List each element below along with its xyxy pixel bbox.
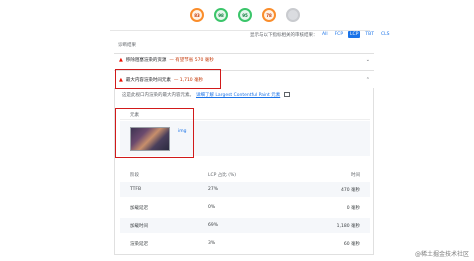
phase-pct: 27%: [208, 187, 219, 192]
table-row: TTFB 27% 470 毫秒: [120, 182, 370, 197]
score-gauges: 83 98 95 78: [190, 8, 300, 22]
audit-title: 移除阻塞渲染的资源: [125, 58, 167, 63]
audit-render-blocking[interactable]: ▲ 移除阻塞渲染的资源 — 有望节省 570 毫秒 ⌄: [114, 53, 374, 66]
filter-chip-lcp[interactable]: LCP: [348, 31, 361, 38]
filter-chip-fcp[interactable]: FCP: [333, 31, 345, 38]
table-row: 渲染延迟 3% 60 毫秒: [120, 236, 370, 251]
score-value: 98: [218, 12, 224, 18]
table-row: 加载时间 69% 1,180 毫秒: [120, 218, 370, 233]
phase-time: 470 毫秒: [340, 187, 360, 193]
column-header-phase: 阶段: [130, 172, 139, 178]
filter-chip-all[interactable]: All: [320, 31, 330, 38]
phase-time: 0 毫秒: [346, 205, 360, 211]
chevron-down-icon[interactable]: ⌄: [366, 57, 370, 63]
column-header-pct: LCP 占比 (%): [208, 172, 237, 178]
score-gauge-performance[interactable]: 83: [190, 8, 204, 22]
warning-triangle-icon: ▲: [119, 57, 123, 63]
score-value: 95: [242, 12, 248, 18]
score-gauge-pwa[interactable]: [286, 8, 300, 22]
score-value: 78: [266, 12, 272, 18]
chevron-up-icon[interactable]: ⌃: [366, 77, 370, 83]
phase-name: 渲染延迟: [130, 241, 148, 247]
phase-time: 60 毫秒: [343, 241, 360, 247]
phase-pct: 0%: [208, 205, 216, 210]
score-gauge-accessibility[interactable]: 98: [214, 8, 228, 22]
phase-name: 加载时间: [130, 223, 148, 229]
copy-icon[interactable]: [284, 92, 291, 97]
filter-chip-tbt[interactable]: TBT: [363, 31, 376, 38]
column-header-time: 时间: [351, 172, 360, 178]
phase-time: 1,180 毫秒: [336, 223, 360, 229]
score-gauge-seo[interactable]: 78: [262, 8, 276, 22]
filter-chip-cls[interactable]: CLS: [379, 31, 392, 38]
learn-more-link[interactable]: 详细了解 Largest Contentful Paint 元素: [196, 92, 280, 98]
phase-table-header: 阶段 LCP 占比 (%) 时间: [120, 167, 370, 182]
audit-savings: — 有望节省 570 毫秒: [169, 58, 214, 63]
highlight-box: [115, 108, 194, 158]
score-gauge-best-practices[interactable]: 95: [238, 8, 252, 22]
watermark: @稀土掘金技术社区: [413, 248, 470, 259]
phase-pct: 69%: [208, 223, 219, 228]
phase-pct: 3%: [208, 241, 216, 246]
table-row: 加载延迟 0% 0 毫秒: [120, 200, 370, 215]
phase-name: TTFB: [130, 187, 142, 192]
phase-name: 加载延迟: [130, 205, 148, 211]
highlight-box: [115, 69, 221, 89]
filter-label: 显示与以下指标相关的审核结果：: [250, 33, 318, 38]
diagnostics-heading: 诊断结果: [118, 43, 136, 48]
description-text: 这是此视口内渲染的最大内容元素。: [122, 93, 194, 98]
audit-description: 这是此视口内渲染的最大内容元素。 详细了解 Largest Contentful…: [122, 92, 291, 98]
metric-filter: All FCP LCP TBT CLS: [320, 31, 392, 38]
score-value: 83: [194, 12, 200, 18]
